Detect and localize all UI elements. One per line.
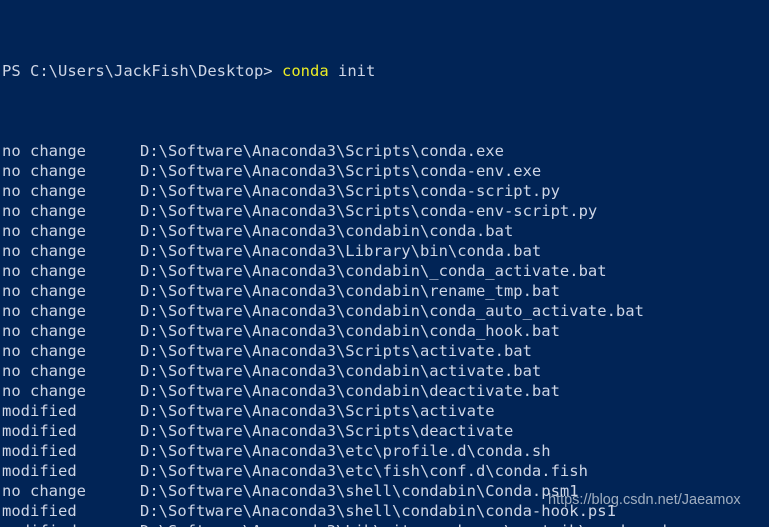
conda-init-entry-row: no change D:\Software\Anaconda3\condabin\… [2,261,719,281]
entry-status: no change [2,302,86,320]
command-argument: init [338,62,376,80]
entry-path: D:\Software\Anaconda3\Library\bin\conda.… [140,242,542,260]
conda-init-entry-list: no change D:\Software\Anaconda3\Scripts\c… [2,141,719,527]
entry-status: modified [2,521,140,527]
conda-init-entry-row: no change D:\Software\Anaconda3\shell\con… [2,481,719,501]
entry-path: D:\Software\Anaconda3\shell\condabin\con… [140,502,616,520]
conda-init-entry-row: no change D:\Software\Anaconda3\Library\b… [2,241,719,261]
prompt-path: PS [2,62,21,80]
entry-status: no change [2,222,86,240]
entry-status: no change [2,182,86,200]
entry-path: D:\Software\Anaconda3\Scripts\activate.b… [140,342,532,360]
entry-status: no change [2,142,86,160]
conda-init-entry-row: no change D:\Software\Anaconda3\condabin\… [2,381,719,401]
entry-status: no change [2,262,86,280]
entry-path: D:\Software\Anaconda3\condabin\conda_hoo… [140,322,560,340]
entry-path: D:\Software\Anaconda3\condabin\_conda_ac… [140,262,607,280]
entry-path: D:\Software\Anaconda3\shell\condabin\Con… [140,482,579,500]
conda-init-entry-row: no change D:\Software\Anaconda3\condabin\… [2,221,719,241]
entry-status: modified [2,442,77,460]
powershell-terminal-window[interactable]: PS C:\Users\JackFish\Desktop> conda init… [0,0,769,527]
command-name: conda [282,62,329,80]
entry-status: no change [2,162,86,180]
prompt-line: PS C:\Users\JackFish\Desktop> conda init [2,61,719,81]
conda-init-entry-row: no change D:\Software\Anaconda3\Scripts\c… [2,181,719,201]
entry-path: D:\Software\Anaconda3\Scripts\conda-env.… [140,162,542,180]
conda-init-entry-row: modified D:\Software\Anaconda3\Scripts\de… [2,421,719,441]
conda-init-entry-row: modified D:\Software\Anaconda3\Scripts\ac… [2,401,719,421]
conda-init-entry-row: no change D:\Software\Anaconda3\Scripts\c… [2,161,719,181]
entry-status: no change [2,482,86,500]
conda-init-entry-row: no change D:\Software\Anaconda3\Scripts\c… [2,141,719,161]
entry-path: D:\Software\Anaconda3\condabin\conda.bat [140,222,514,240]
entry-path: D:\Software\Anaconda3\condabin\conda_aut… [140,302,644,320]
entry-status: no change [2,362,86,380]
entry-path: D:\Software\Anaconda3\condabin\activate.… [140,362,542,380]
entry-path: D:\Software\Anaconda3\Lib\site-packages\… [140,522,672,527]
conda-init-entry-row: no change D:\Software\Anaconda3\condabin\… [2,321,719,341]
conda-init-entry-row: modifiedD:\Software\Anaconda3\Lib\site-p… [2,521,719,527]
conda-init-entry-row: no change D:\Software\Anaconda3\Scripts\a… [2,341,719,361]
entry-path: D:\Software\Anaconda3\Scripts\conda.exe [140,142,504,160]
entry-status: no change [2,282,86,300]
conda-init-entry-row: no change D:\Software\Anaconda3\condabin\… [2,301,719,321]
conda-init-entry-row: no change D:\Software\Anaconda3\Scripts\c… [2,201,719,221]
conda-init-entry-row: modified D:\Software\Anaconda3\etc\fish\c… [2,461,719,481]
prompt-cwd: C:\Users\JackFish\Desktop> [30,62,273,80]
entry-path: D:\Software\Anaconda3\Scripts\activate [140,402,495,420]
entry-path: D:\Software\Anaconda3\condabin\rename_tm… [140,282,560,300]
entry-status: no change [2,322,86,340]
entry-path: D:\Software\Anaconda3\Scripts\deactivate [140,422,514,440]
entry-status: no change [2,342,86,360]
conda-init-entry-row: no change D:\Software\Anaconda3\condabin\… [2,361,719,381]
entry-status: no change [2,242,86,260]
entry-status: modified [2,402,77,420]
entry-path: D:\Software\Anaconda3\etc\fish\conf.d\co… [140,462,588,480]
entry-path: D:\Software\Anaconda3\etc\profile.d\cond… [140,442,551,460]
entry-status: no change [2,382,86,400]
entry-path: D:\Software\Anaconda3\Scripts\conda-scri… [140,182,560,200]
conda-init-entry-row: no change D:\Software\Anaconda3\condabin\… [2,281,719,301]
terminal-screen: PS C:\Users\JackFish\Desktop> conda init… [2,1,719,527]
entry-path: D:\Software\Anaconda3\condabin\deactivat… [140,382,560,400]
conda-init-entry-row: modified D:\Software\Anaconda3\shell\cond… [2,501,719,521]
entry-path: D:\Software\Anaconda3\Scripts\conda-env-… [140,202,598,220]
entry-status: modified [2,462,77,480]
conda-init-entry-row: modified D:\Software\Anaconda3\etc\profil… [2,441,719,461]
entry-status: modified [2,422,77,440]
entry-status: no change [2,202,86,220]
entry-status: modified [2,502,77,520]
